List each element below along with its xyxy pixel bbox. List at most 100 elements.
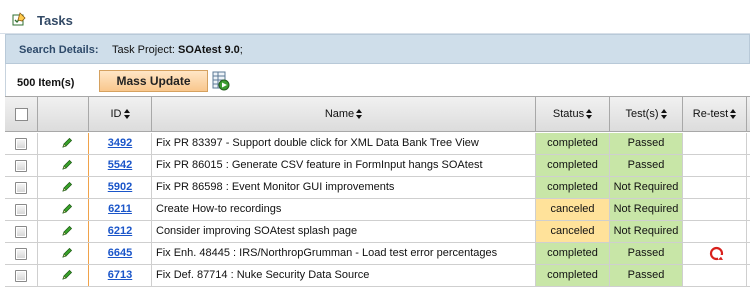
task-id-link[interactable]: 6713 [108, 269, 132, 281]
task-id-link[interactable]: 5542 [108, 159, 132, 171]
row-select-cell [5, 265, 38, 286]
tests-column-header[interactable]: Test(s) [610, 97, 683, 132]
task-project-prefix: Task Project: [112, 44, 179, 56]
id-column-label: ID [110, 108, 122, 120]
task-status-cell: completed [536, 177, 610, 198]
task-status-cell: completed [536, 265, 610, 286]
task-tests-cell: Not Required [610, 199, 683, 220]
edit-pencil-icon[interactable] [61, 137, 73, 149]
row-checkbox[interactable] [15, 270, 27, 282]
edit-pencil-icon[interactable] [61, 181, 73, 193]
task-retest-cell [683, 243, 747, 264]
search-details-value: Task Project: SOAtest 9.0; [112, 44, 243, 56]
sort-arrows-icon [123, 109, 130, 120]
sort-arrows-icon [586, 109, 593, 120]
page-title: Tasks [37, 13, 73, 28]
row-select-cell [5, 133, 38, 154]
select-all-header [5, 97, 38, 132]
task-id-cell: 3492 [89, 133, 152, 154]
edit-pencil-icon[interactable] [61, 159, 73, 171]
row-select-cell [5, 221, 38, 242]
table-row[interactable]: 6713 Fix Def. 87714 : Nuke Security Data… [5, 265, 750, 287]
task-retest-cell [683, 199, 747, 220]
task-name-cell: Fix Def. 87714 : Nuke Security Data Sour… [152, 265, 536, 286]
task-status-cell: canceled [536, 221, 610, 242]
row-checkbox[interactable] [15, 160, 27, 172]
edit-pencil-icon[interactable] [61, 247, 73, 259]
row-edit-cell [38, 155, 89, 176]
task-status-cell: canceled [536, 199, 610, 220]
row-select-cell [5, 199, 38, 220]
row-edit-cell [38, 133, 89, 154]
tasks-title-bar: Tasks [0, 0, 750, 34]
task-id-link[interactable]: 6212 [108, 225, 132, 237]
row-checkbox[interactable] [15, 138, 27, 150]
table-row[interactable]: 6211 Create How-to recordings canceled N… [5, 199, 750, 221]
status-column-header[interactable]: Status [536, 97, 610, 132]
retest-column-label: Re-test [692, 108, 729, 120]
grid-toolbar: 500 Item(s) Mass Update [5, 64, 750, 96]
row-checkbox[interactable] [15, 182, 27, 194]
edit-pencil-icon[interactable] [61, 203, 73, 215]
row-edit-cell [38, 243, 89, 264]
task-retest-cell [683, 155, 747, 176]
sort-arrows-icon [356, 109, 363, 120]
grid-export-icon[interactable] [212, 71, 230, 91]
task-status-cell: completed [536, 243, 610, 264]
edit-pencil-icon[interactable] [61, 269, 73, 281]
retest-icon[interactable] [709, 246, 724, 261]
name-column-header[interactable]: Name [152, 97, 536, 132]
retest-column-header[interactable]: Re-test [683, 97, 747, 132]
task-id-link[interactable]: 5902 [108, 181, 132, 193]
table-row[interactable]: 6645 Fix Enh. 48445 : IRS/NorthropGrumma… [5, 243, 750, 265]
table-row[interactable]: 5542 Fix PR 86015 : Generate CSV feature… [5, 155, 750, 177]
task-tests-cell: Passed [610, 133, 683, 154]
row-select-cell [5, 177, 38, 198]
name-column-label: Name [324, 108, 355, 120]
edit-pencil-icon[interactable] [61, 225, 73, 237]
task-status-cell: completed [536, 133, 610, 154]
task-tests-cell: Not Required [610, 177, 683, 198]
task-retest-cell [683, 177, 747, 198]
row-checkbox[interactable] [15, 248, 27, 260]
search-details-label: Search Details: [19, 44, 99, 56]
task-status-cell: completed [536, 155, 610, 176]
row-checkbox[interactable] [15, 204, 27, 216]
task-name-cell: Fix PR 86015 : Generate CSV feature in F… [152, 155, 536, 176]
task-name-cell: Fix PR 86598 : Event Monitor GUI improve… [152, 177, 536, 198]
row-edit-cell [38, 199, 89, 220]
task-tests-cell: Passed [610, 155, 683, 176]
row-select-cell [5, 243, 38, 264]
table-row[interactable]: 3492 Fix PR 83397 - Support double click… [5, 133, 750, 155]
task-retest-cell [683, 133, 747, 154]
task-name-cell: Create How-to recordings [152, 199, 536, 220]
mass-update-button[interactable]: Mass Update [99, 70, 208, 92]
row-checkbox[interactable] [15, 226, 27, 238]
id-column-header[interactable]: ID [89, 97, 152, 132]
task-retest-cell [683, 265, 747, 286]
table-row[interactable]: 5902 Fix PR 86598 : Event Monitor GUI im… [5, 177, 750, 199]
task-id-cell: 6211 [89, 199, 152, 220]
task-name-cell: Fix Enh. 48445 : IRS/NorthropGrumman - L… [152, 243, 536, 264]
edit-column-header [38, 97, 89, 132]
task-name-cell: Consider improving SOAtest splash page [152, 221, 536, 242]
task-retest-cell [683, 221, 747, 242]
row-edit-cell [38, 221, 89, 242]
sort-arrows-icon [660, 109, 667, 120]
sort-arrows-icon [730, 109, 737, 120]
task-project-suffix: ; [239, 44, 243, 56]
row-edit-cell [38, 265, 89, 286]
select-all-checkbox[interactable] [15, 108, 28, 121]
task-id-link[interactable]: 3492 [108, 137, 132, 149]
row-edit-cell [38, 177, 89, 198]
task-name-cell: Fix PR 83397 - Support double click for … [152, 133, 536, 154]
task-id-link[interactable]: 6645 [108, 247, 132, 259]
row-select-cell [5, 155, 38, 176]
task-id-cell: 5902 [89, 177, 152, 198]
task-id-link[interactable]: 6211 [108, 203, 132, 215]
task-id-cell: 6645 [89, 243, 152, 264]
table-row[interactable]: 6212 Consider improving SOAtest splash p… [5, 221, 750, 243]
table-header-row: ID Name Status Test(s) Re-test [5, 96, 750, 132]
task-id-cell: 6212 [89, 221, 152, 242]
checklist-pencil-icon [12, 12, 26, 26]
